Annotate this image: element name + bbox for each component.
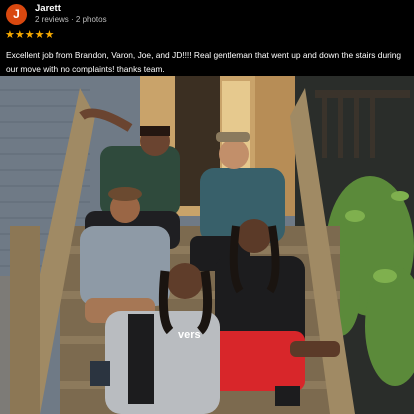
avatar[interactable]: J	[6, 4, 27, 25]
author-name[interactable]: Jarett	[35, 3, 61, 14]
star-rating: ★★★★★	[5, 29, 55, 41]
author-meta: 2 reviews · 2 photos	[35, 15, 107, 24]
shirt-print: vers	[178, 329, 201, 341]
review-photo[interactable]: vers	[0, 76, 414, 414]
review-header: J Jarett 2 reviews · 2 photos ★★★★★ Exce…	[0, 0, 414, 74]
review-text: Excellent job from Brandon, Varon, Joe, …	[6, 50, 402, 74]
